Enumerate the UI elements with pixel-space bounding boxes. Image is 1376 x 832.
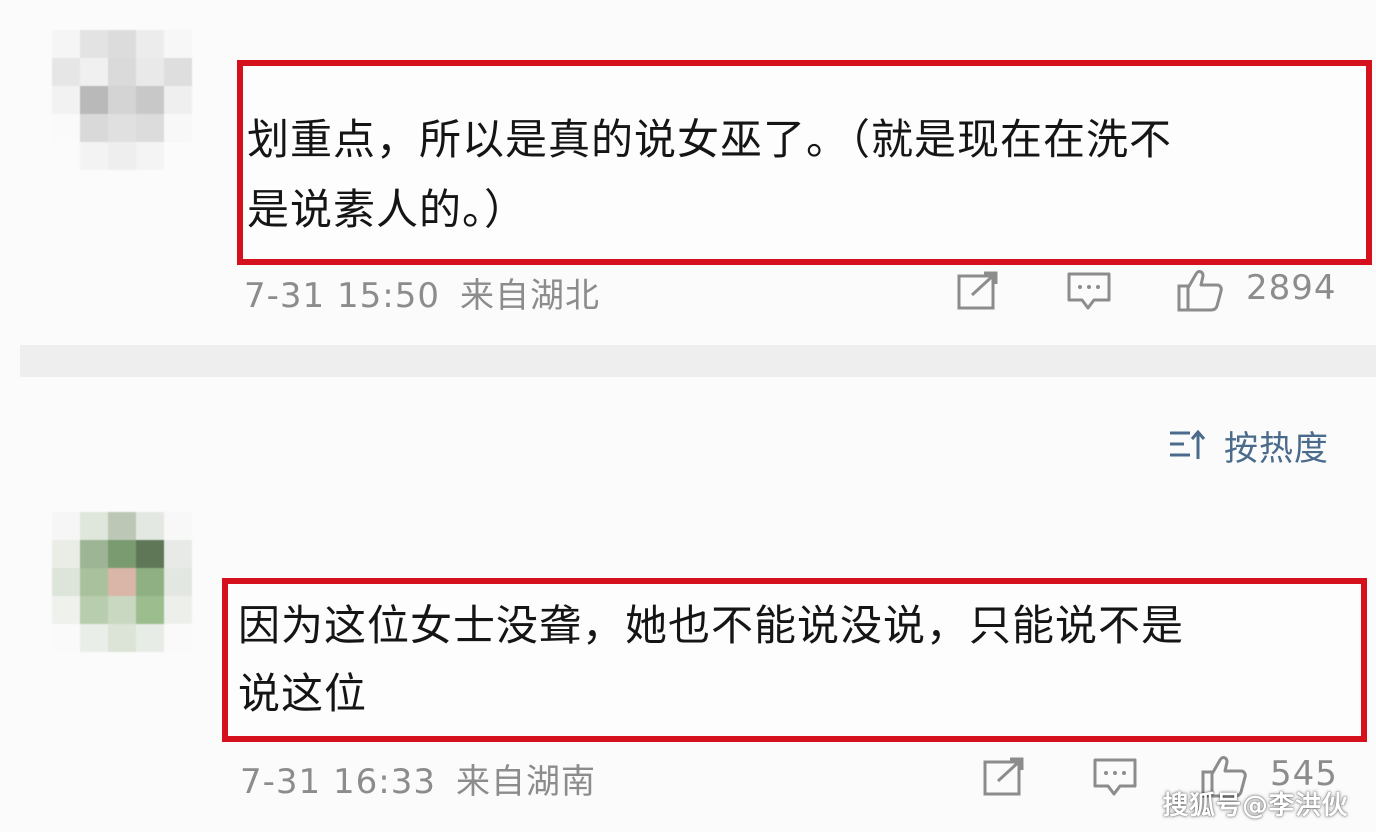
section-divider bbox=[20, 345, 1376, 377]
sort-by-hot-button[interactable]: 按热度 bbox=[1168, 420, 1329, 470]
avatar[interactable] bbox=[52, 30, 192, 170]
repost-icon[interactable] bbox=[956, 270, 1002, 312]
comment-icon[interactable] bbox=[1092, 756, 1138, 798]
comment-location: 来自湖南 bbox=[455, 762, 596, 802]
comment-icon[interactable] bbox=[1066, 270, 1112, 312]
sort-icon bbox=[1170, 429, 1206, 459]
comment-time: 7-31 16:33 bbox=[240, 762, 436, 802]
comment-meta: 7-31 16:33 来自湖南 bbox=[240, 754, 596, 803]
comment-list-screenshot: 划重点，所以是真的说女巫了。（就是现在在洗不 是说素人的。） 7-31 15:5… bbox=[0, 0, 1376, 832]
sort-label: 按热度 bbox=[1224, 428, 1329, 469]
avatar[interactable] bbox=[52, 512, 192, 652]
comment-text-line-1: 因为这位女士没聋，她也不能说没说，只能说不是 bbox=[238, 601, 1185, 650]
comment-location: 来自湖北 bbox=[459, 276, 600, 316]
comment-text-line-1: 划重点，所以是真的说女巫了。（就是现在在洗不 bbox=[247, 115, 1173, 164]
comment-meta: 7-31 15:50 来自湖北 bbox=[244, 268, 600, 317]
comment-time: 7-31 15:50 bbox=[244, 276, 440, 316]
watermark: 搜狐号@李洪伙 bbox=[1162, 791, 1348, 821]
like-count: 2894 bbox=[1246, 268, 1337, 308]
comment-text-line-2: 是说素人的。） bbox=[247, 185, 528, 234]
comment-text-line-2: 说这位 bbox=[238, 669, 368, 718]
thumbs-up-icon[interactable] bbox=[1176, 266, 1224, 314]
repost-icon[interactable] bbox=[982, 756, 1028, 798]
